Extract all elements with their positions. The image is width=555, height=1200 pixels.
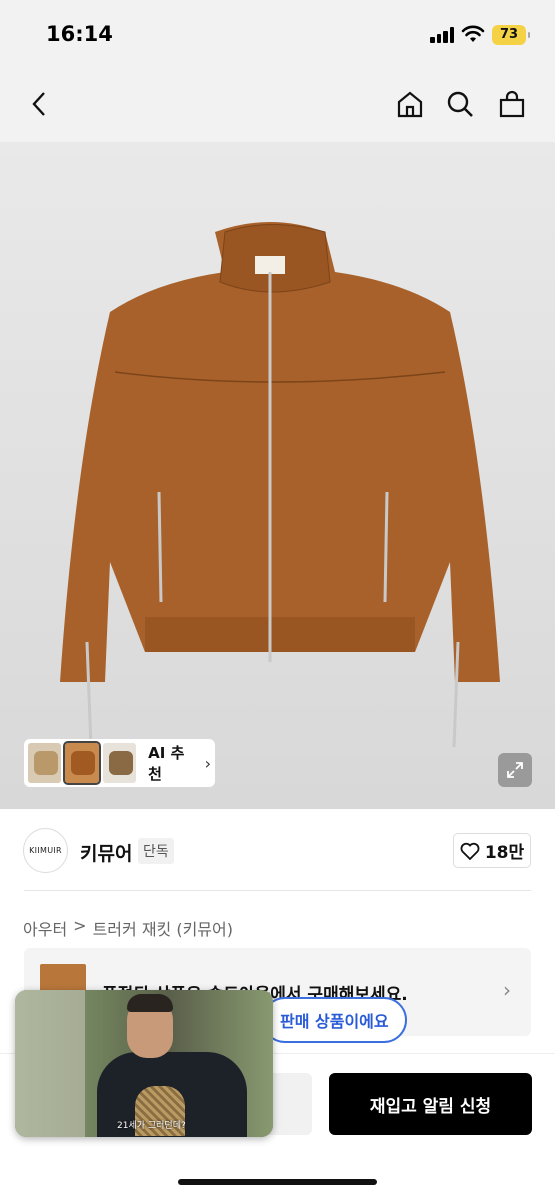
jacket-image bbox=[60, 222, 500, 748]
cellular-signal-icon bbox=[430, 27, 455, 43]
status-time: 16:14 bbox=[46, 22, 113, 46]
video-wall bbox=[15, 990, 85, 1137]
home-button[interactable] bbox=[393, 86, 427, 122]
shopping-bag-icon bbox=[499, 90, 525, 118]
search-icon bbox=[447, 91, 473, 117]
product-image[interactable]: AI 추천 › bbox=[0, 142, 555, 809]
breadcrumb-separator: > bbox=[73, 916, 87, 935]
home-indicator[interactable] bbox=[178, 1179, 377, 1185]
thumbnail-1[interactable] bbox=[28, 743, 62, 783]
breadcrumb: 아우터 > 트러커 재킷 (키뮤어) bbox=[23, 916, 233, 940]
video-person-hair bbox=[127, 994, 173, 1012]
wifi-icon bbox=[461, 25, 485, 42]
expand-button[interactable] bbox=[498, 753, 532, 787]
expand-icon bbox=[507, 762, 523, 778]
search-button[interactable] bbox=[443, 86, 477, 122]
top-nav bbox=[0, 70, 555, 142]
ai-recommend-label: AI 추천 bbox=[148, 744, 185, 783]
brand-row: KIIMUIR 키뮤어 단독 18만 bbox=[0, 809, 555, 892]
like-count: 18만 bbox=[484, 843, 525, 863]
exclusive-badge: 단독 bbox=[138, 838, 174, 864]
thumbnail-2[interactable] bbox=[63, 741, 101, 785]
ai-recommend-strip[interactable]: AI 추천 › bbox=[24, 739, 215, 787]
chevron-right-icon: › bbox=[503, 978, 511, 1002]
brand-name[interactable]: 키뮤어 bbox=[80, 839, 132, 866]
back-button[interactable] bbox=[23, 86, 57, 122]
breadcrumb-product[interactable]: 트러커 재킷 (키뮤어) bbox=[93, 916, 233, 940]
thumbnail-3[interactable] bbox=[102, 743, 137, 783]
status-bar: 16:14 73 bbox=[0, 0, 555, 70]
chevron-right-icon: › bbox=[204, 753, 211, 773]
restock-alert-button[interactable]: 재입고 알림 신청 bbox=[329, 1073, 532, 1135]
video-caption: 21세가 그러던데? bbox=[117, 1121, 186, 1131]
battery-indicator: 73 bbox=[492, 25, 530, 45]
home-icon bbox=[397, 91, 423, 118]
divider bbox=[24, 890, 531, 891]
sold-product-chip[interactable]: 판매 상품이에요 bbox=[262, 997, 407, 1043]
breadcrumb-category[interactable]: 아우터 bbox=[23, 916, 67, 940]
floating-video-player[interactable]: 21세가 그러던데? bbox=[15, 990, 273, 1137]
brand-logo[interactable]: KIIMUIR bbox=[23, 828, 68, 873]
like-button[interactable]: 18만 bbox=[453, 833, 531, 868]
chevron-left-icon bbox=[32, 92, 45, 116]
cart-button[interactable] bbox=[495, 86, 529, 122]
heart-icon bbox=[460, 842, 480, 860]
